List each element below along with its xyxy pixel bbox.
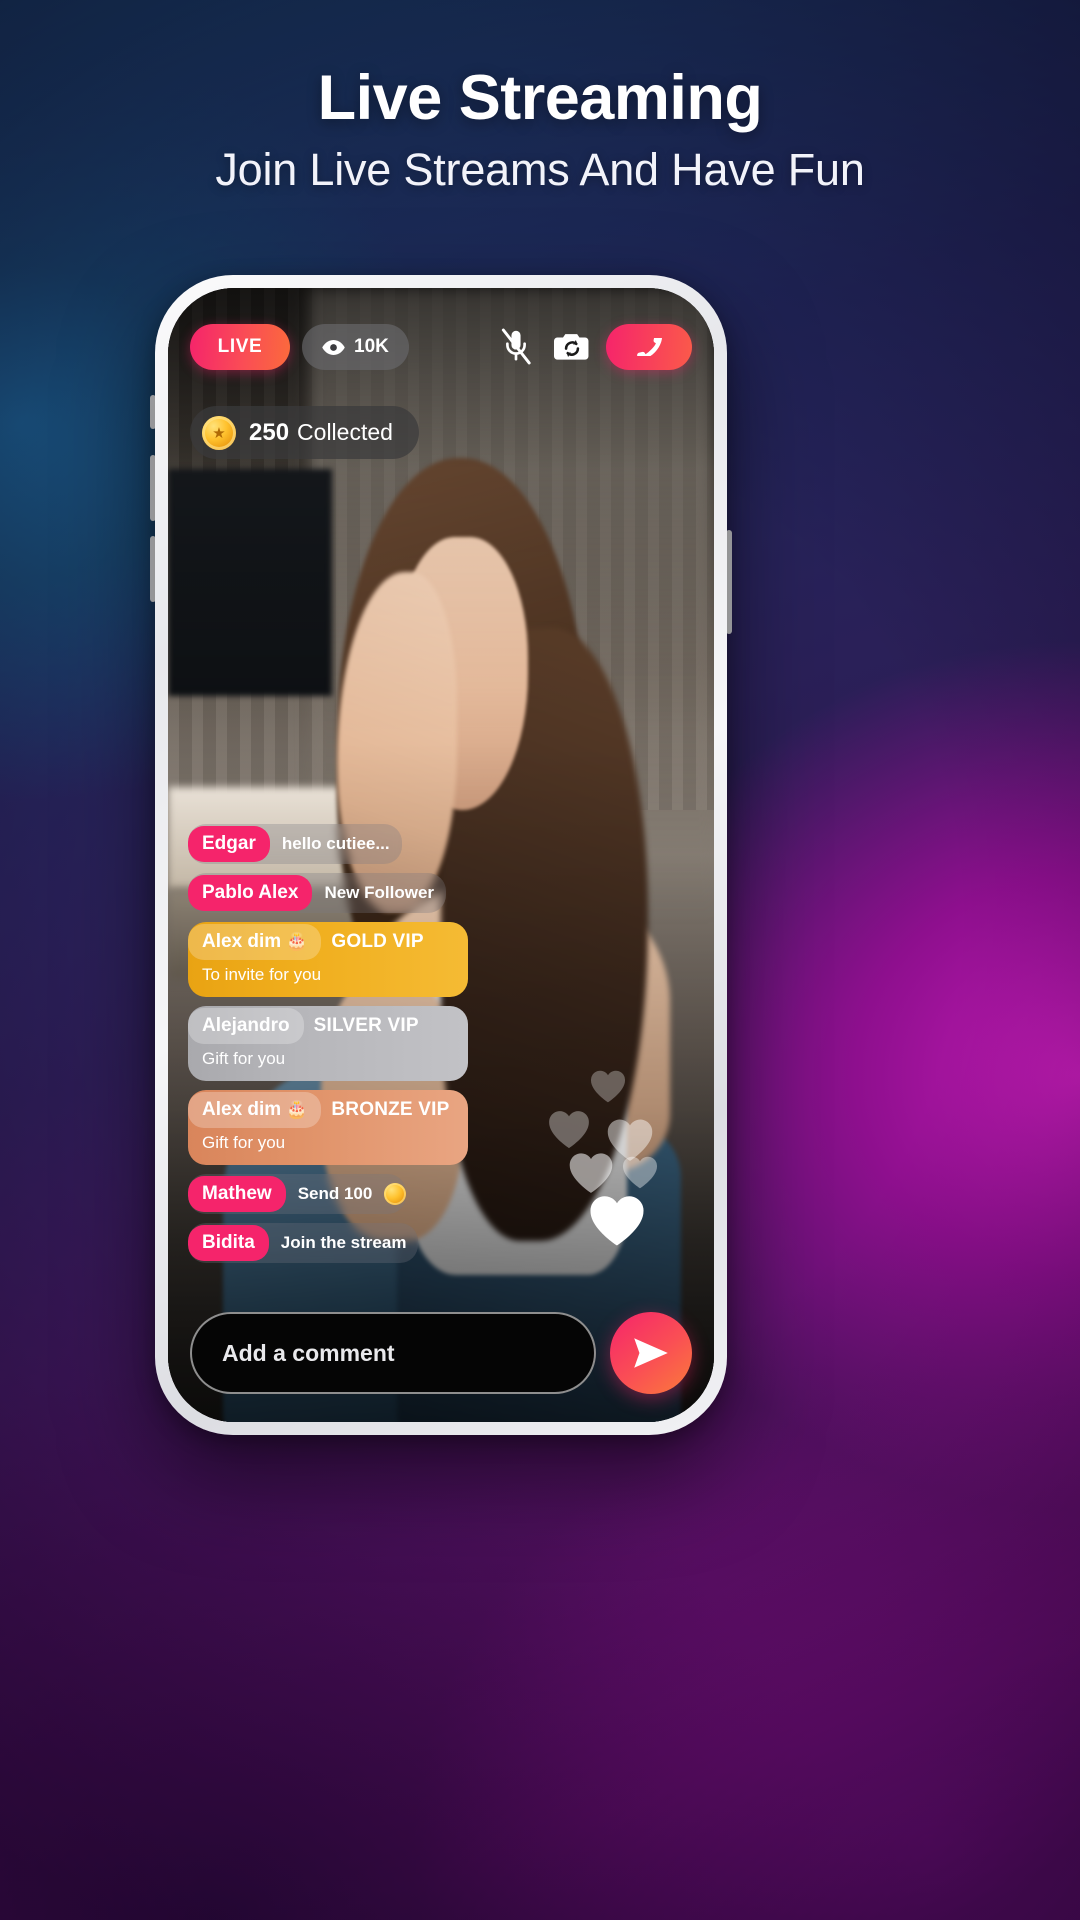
chat-username-chip[interactable]: Edgar	[188, 826, 270, 862]
chat-message[interactable]: Alex dim 🎂 BRONZE VIP Gift for you	[188, 1090, 468, 1165]
chat-username: Mathew	[202, 1183, 272, 1204]
comment-bar: Add a comment	[168, 1312, 714, 1394]
chat-message-subtext: Gift for you	[202, 1049, 286, 1068]
phone-screen: LIVE 10K ★ 250 Collected Edgar hello cut…	[168, 288, 714, 1422]
chat-username: Alex dim	[202, 1099, 282, 1120]
chat-username: Alejandro	[202, 1015, 290, 1036]
heart-icon	[622, 1156, 658, 1189]
chat-username: Bidita	[202, 1232, 255, 1253]
chat-username-chip[interactable]: Pablo Alex	[188, 875, 313, 911]
chat-message-row: Bidita Join the stream	[188, 1223, 418, 1263]
end-call-icon	[637, 338, 662, 356]
mic-off-button[interactable]	[494, 325, 538, 369]
heart-icon	[569, 1153, 613, 1193]
chat-message[interactable]: Alex dim 🎂 GOLD VIP To invite for you	[188, 922, 468, 997]
heart-icon	[549, 1111, 589, 1149]
chat-message-row: Pablo Alex New Follower	[188, 873, 446, 913]
chat-message-text: New Follower	[324, 883, 435, 902]
viewer-count-label: 10K	[354, 336, 389, 357]
comment-placeholder: Add a comment	[222, 1339, 395, 1366]
chat-username-chip[interactable]: Alex dim 🎂	[188, 924, 322, 960]
chat-message[interactable]: Bidita Join the stream	[188, 1223, 419, 1263]
chat-username: Pablo Alex	[202, 882, 299, 903]
viewer-count-pill[interactable]: 10K	[302, 324, 409, 370]
chat-message-row: Alex dim 🎂 BRONZE VIP	[188, 1090, 468, 1130]
chat-message[interactable]: Alejandro SILVER VIP Gift for you	[188, 1006, 468, 1081]
coins-collected-badge[interactable]: ★ 250 Collected	[190, 406, 419, 459]
chat-username-chip[interactable]: Alex dim 🎂	[188, 1092, 322, 1128]
chat-message-text: Join the stream	[280, 1233, 407, 1252]
floating-hearts	[542, 1064, 692, 1254]
send-icon	[634, 1338, 668, 1368]
end-call-button[interactable]	[606, 324, 692, 370]
chat-message-subtext: To invite for you	[202, 965, 322, 984]
chat-message-subtext: Gift for you	[202, 1133, 286, 1152]
comment-input[interactable]: Add a comment	[190, 1312, 596, 1394]
chat-username-chip[interactable]: Bidita	[188, 1225, 269, 1261]
page-title: Live Streaming	[317, 63, 763, 133]
cake-emoji-icon: 🎂	[286, 1100, 308, 1119]
chat-message-row: Mathew Send 100	[188, 1174, 407, 1214]
coins-label: Collected	[297, 419, 393, 445]
phone-mockup: LIVE 10K ★ 250 Collected Edgar hello cut…	[155, 275, 727, 1435]
chat-message-row: Alex dim 🎂 GOLD VIP	[188, 922, 468, 962]
chat-username-chip[interactable]: Mathew	[188, 1176, 286, 1212]
chat-message[interactable]: Pablo Alex New Follower	[188, 873, 447, 913]
stream-top-controls: LIVE 10K	[168, 324, 714, 370]
chat-message-text: Send 100	[297, 1184, 373, 1203]
chat-username-chip[interactable]: Alejandro	[188, 1008, 304, 1044]
mic-off-icon	[501, 328, 531, 365]
heart-icon	[590, 1196, 644, 1246]
heart-icon	[590, 1070, 626, 1103]
page-subtitle: Join Live Streams And Have Fun	[215, 144, 865, 195]
chat-message-row: Edgar hello cutiee...	[188, 824, 402, 864]
chat-message-row: Alejandro SILVER VIP	[188, 1006, 468, 1046]
chat-message[interactable]: Mathew Send 100	[188, 1174, 407, 1214]
cake-emoji-icon: 🎂	[286, 932, 308, 951]
header: Live Streaming Join Live Streams And Hav…	[0, 0, 1080, 196]
coins-amount: 250	[249, 418, 290, 446]
live-label: LIVE	[217, 336, 263, 357]
chat-message[interactable]: Edgar hello cutiee...	[188, 824, 402, 864]
coin-icon	[384, 1183, 407, 1205]
camera-flip-button[interactable]	[550, 325, 594, 369]
camera-flip-icon	[554, 334, 589, 360]
live-badge: LIVE	[190, 324, 290, 370]
chat-username: Edgar	[202, 833, 256, 854]
vip-tier-label: BRONZE VIP	[331, 1099, 450, 1120]
chat-message-text: hello cutiee...	[281, 834, 390, 853]
vip-tier-label: SILVER VIP	[313, 1015, 419, 1036]
chat-username: Alex dim	[202, 931, 282, 952]
coin-icon: ★	[202, 415, 236, 450]
send-button[interactable]	[610, 1312, 692, 1394]
eye-icon	[322, 339, 345, 355]
vip-tier-label: GOLD VIP	[331, 931, 424, 952]
chat-message-list[interactable]: Edgar hello cutiee... Pablo Alex New Follow…	[188, 824, 468, 1272]
